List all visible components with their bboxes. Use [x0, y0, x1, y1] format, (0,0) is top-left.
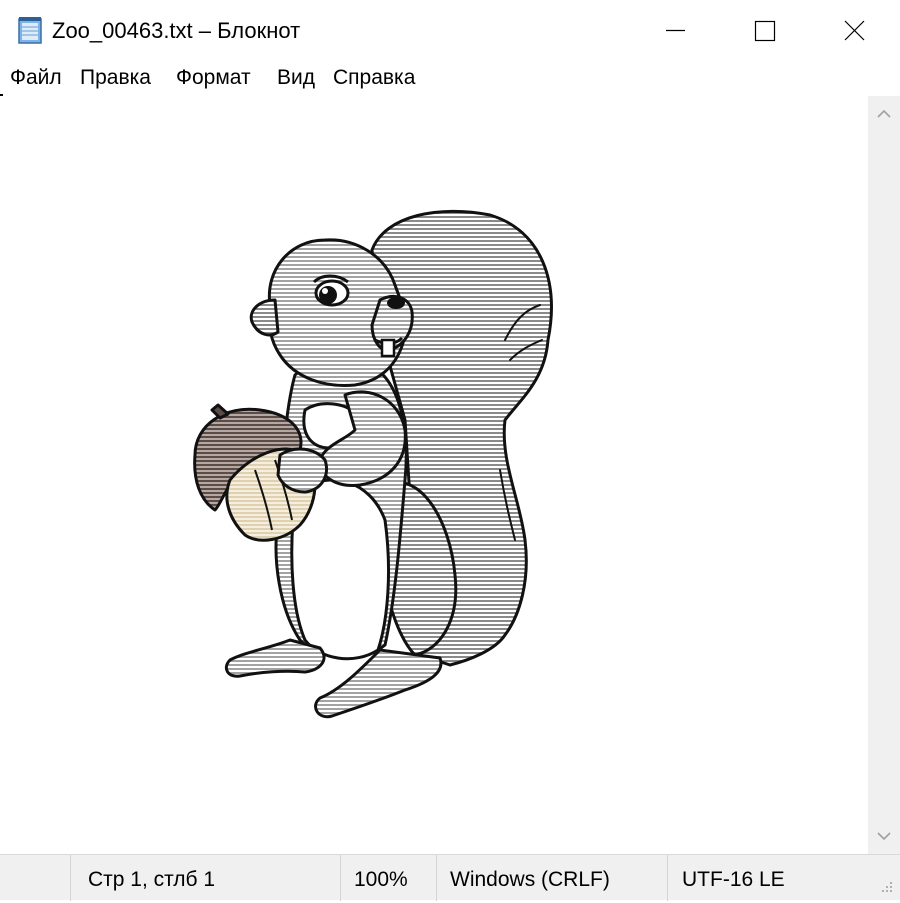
minimize-icon — [666, 29, 685, 32]
close-button[interactable] — [810, 0, 900, 60]
status-line-endings: Windows (CRLF) — [450, 868, 610, 891]
chevron-up-icon — [877, 109, 891, 118]
notepad-icon — [16, 15, 44, 45]
status-encoding: UTF-16 LE — [682, 868, 785, 891]
vertical-scrollbar[interactable] — [868, 96, 900, 854]
status-separator — [667, 855, 668, 901]
status-separator — [436, 855, 437, 901]
close-icon — [844, 20, 865, 41]
menu-help[interactable]: Справка — [333, 64, 415, 92]
menu-view[interactable]: Вид — [277, 64, 315, 92]
status-separator — [70, 855, 71, 901]
maximize-button[interactable] — [720, 0, 810, 60]
scroll-down-button[interactable] — [874, 826, 894, 846]
resize-grip-icon[interactable] — [876, 880, 896, 898]
squirrel-back-foot — [314, 648, 443, 719]
window-title: Zoo_00463.txt – Блокнот — [52, 18, 301, 43]
menu-bar: Файл Правка Формат Вид Справка — [0, 60, 900, 94]
squirrel-front-foot — [224, 638, 326, 678]
status-zoom: 100% — [354, 868, 408, 891]
minimize-button[interactable] — [630, 0, 720, 60]
chevron-down-icon — [877, 832, 891, 841]
squirrel-ear — [249, 298, 280, 337]
status-separator — [340, 855, 341, 901]
status-bar: Стр 1, стлб 1 100% Windows (CRLF) UTF-16… — [0, 854, 900, 901]
text-editor-area[interactable] — [0, 96, 868, 854]
menu-file[interactable]: Файл — [10, 64, 62, 92]
squirrel-paw — [276, 447, 328, 494]
title-bar[interactable]: Zoo_00463.txt – Блокнот — [0, 0, 900, 60]
menu-format[interactable]: Формат — [176, 64, 251, 92]
maximize-icon — [754, 20, 776, 42]
status-position: Стр 1, стлб 1 — [88, 868, 216, 891]
squirrel-nose — [387, 297, 405, 309]
menu-edit[interactable]: Правка — [80, 64, 151, 92]
ascii-art-squirrel — [193, 209, 553, 719]
scroll-up-button[interactable] — [874, 104, 894, 124]
acorn-stem — [210, 403, 230, 420]
